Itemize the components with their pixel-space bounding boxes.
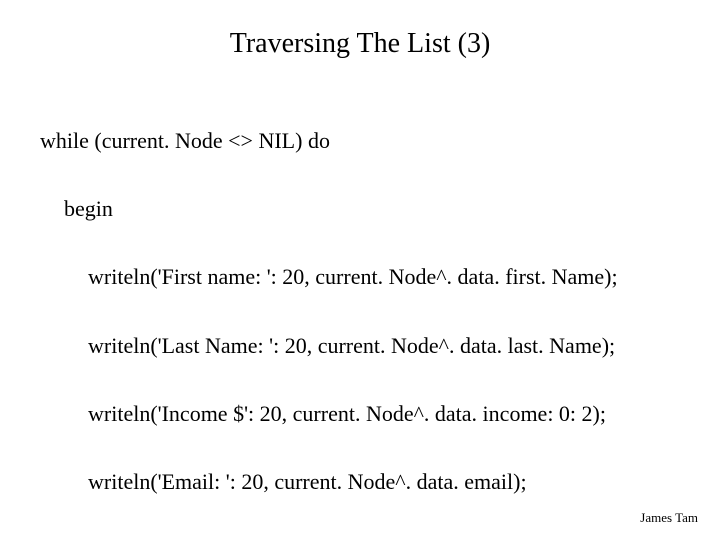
code-line: begin [40,192,680,226]
code-line: writeln; [40,533,680,540]
slide: Traversing The List (3) while (current. … [0,0,720,540]
slide-title: Traversing The List (3) [0,28,720,60]
code-block: while (current. Node <> NIL) do begin wr… [40,90,680,540]
footer-author: James Tam [640,510,698,526]
code-line: writeln('Income $': 20, current. Node^. … [40,397,680,431]
code-line: while (current. Node <> NIL) do [40,124,680,158]
code-line: writeln('First name: ': 20, current. Nod… [40,260,680,294]
code-line: writeln('Email: ': 20, current. Node^. d… [40,465,680,499]
code-line: writeln('Last Name: ': 20, current. Node… [40,329,680,363]
